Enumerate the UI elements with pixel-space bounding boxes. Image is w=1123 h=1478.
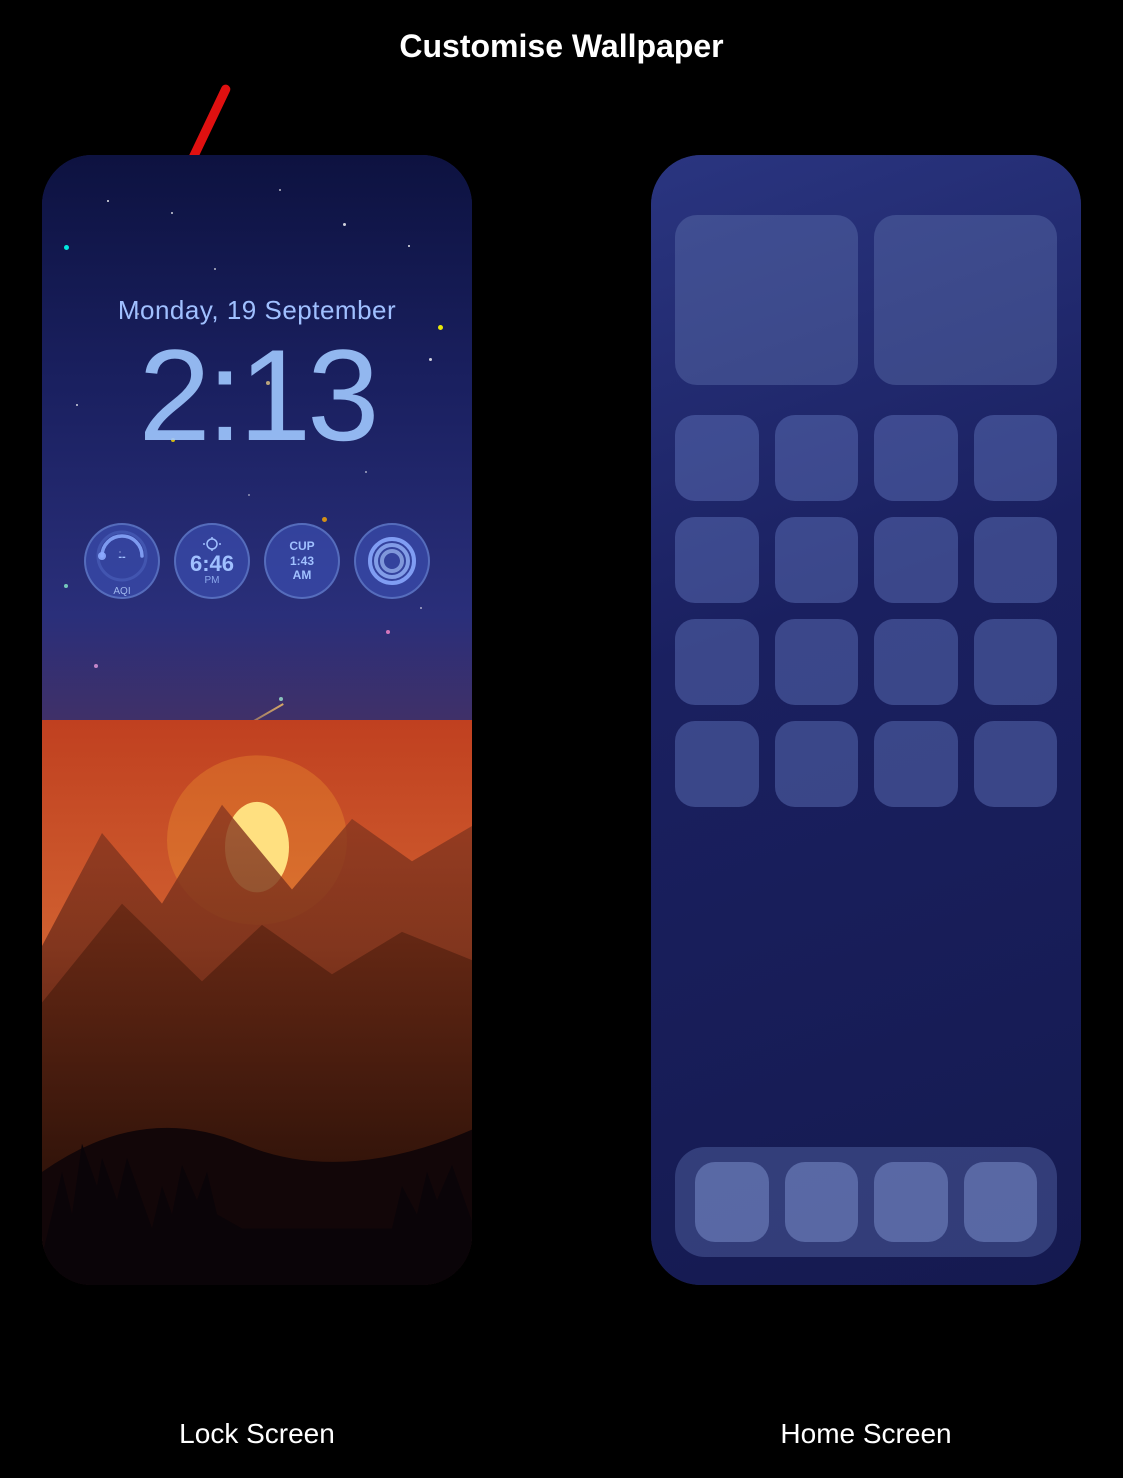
home-dock[interactable] [675,1147,1057,1257]
aqi-label: AQI [113,586,130,597]
svg-text:--: -- [118,551,126,563]
app-row-2 [675,517,1057,603]
home-app-grid [675,415,1057,823]
home-widgets-row [675,215,1057,385]
app-icon[interactable] [874,721,958,807]
app-icon[interactable] [675,619,759,705]
home-screen-phone[interactable] [651,155,1081,1285]
dock-icon-3[interactable] [874,1162,948,1242]
widget-cup-text: CUP 1:43 AM [289,539,314,582]
widget-cup[interactable]: CUP 1:43 AM [264,523,340,599]
app-icon[interactable] [974,721,1058,807]
home-widget-left[interactable] [675,215,858,385]
lock-screen-time: 2:13 [138,330,375,460]
clock-weather-icon [198,536,226,552]
app-icon[interactable] [974,619,1058,705]
home-screen-label: Home Screen [651,1418,1081,1450]
app-row-3 [675,619,1057,705]
app-row-1 [675,415,1057,501]
app-icon[interactable] [775,517,859,603]
dock-icon-4[interactable] [964,1162,1038,1242]
widget-aqi[interactable]: -- AQI [84,523,160,599]
activity-rings-icon [366,535,418,587]
app-icon[interactable] [874,517,958,603]
lock-screen-label: Lock Screen [42,1418,472,1450]
home-widget-right[interactable] [874,215,1057,385]
lock-screen-widgets: -- AQI 6:46 PM CUP 1:43 AM [84,523,430,599]
app-icon[interactable] [775,619,859,705]
dock-icon-1[interactable] [695,1162,769,1242]
app-icon[interactable] [974,415,1058,501]
widget-clock-time: 6:46 [190,553,234,575]
app-icon[interactable] [874,619,958,705]
app-icon[interactable] [974,517,1058,603]
app-icon[interactable] [675,721,759,807]
app-icon[interactable] [874,415,958,501]
app-row-4 [675,721,1057,807]
widget-rings[interactable] [354,523,430,599]
lock-screen-phone[interactable]: Monday, 19 September 2:13 -- AQI [42,155,472,1285]
page-title: Customise Wallpaper [399,28,723,65]
app-icon[interactable] [675,415,759,501]
app-icon[interactable] [775,721,859,807]
landscape-svg [42,720,472,1285]
dock-icon-2[interactable] [785,1162,859,1242]
widget-clock[interactable]: 6:46 PM [174,523,250,599]
app-icon[interactable] [675,517,759,603]
widget-clock-period: PM [205,575,220,586]
app-icon[interactable] [775,415,859,501]
aqi-arc-icon: -- [92,526,152,586]
